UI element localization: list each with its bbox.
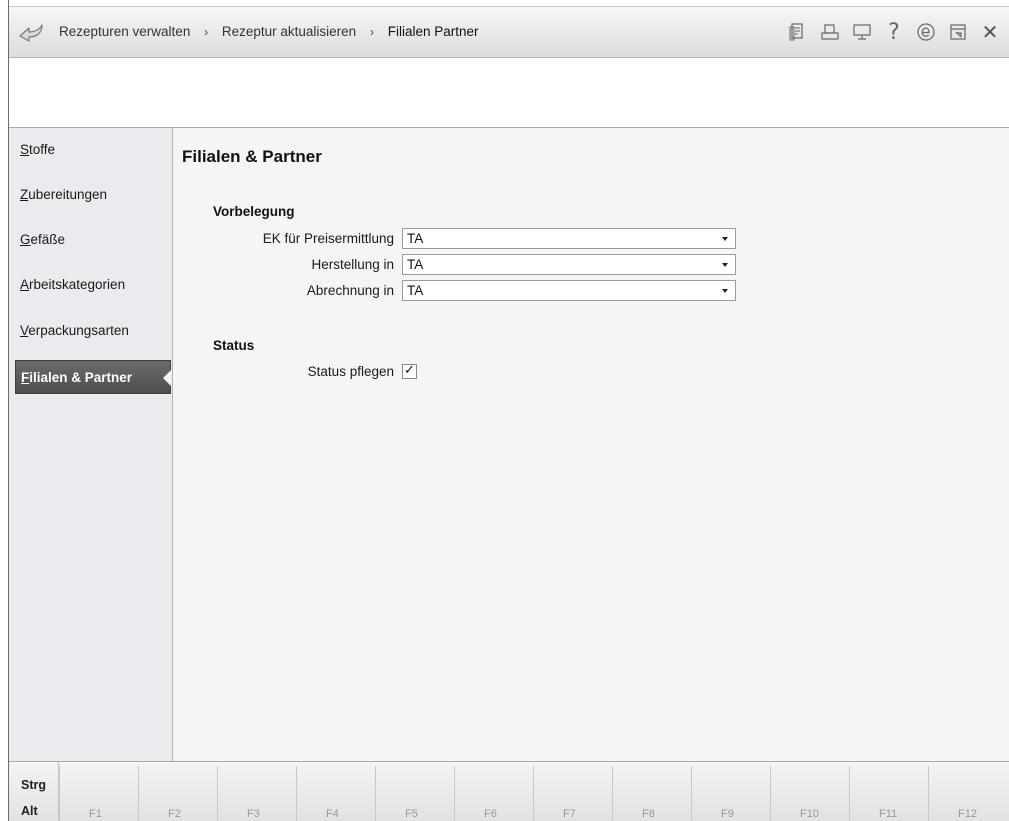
sidebar-item-gefaesse[interactable]: Gefäße bbox=[15, 231, 171, 265]
select-value: TA bbox=[407, 257, 424, 272]
chevron-down-icon bbox=[722, 237, 728, 241]
breadcrumb: Rezepturen verwalten › Rezeptur aktualis… bbox=[59, 24, 479, 39]
fkey-label: F7 bbox=[563, 808, 576, 820]
fkey-label: F9 bbox=[721, 808, 734, 820]
fkey-f12[interactable]: F12 bbox=[928, 766, 1009, 821]
main-content: Filialen & Partner Vorbelegung EK für Pr… bbox=[173, 128, 1009, 761]
fkey-f7[interactable]: F7 bbox=[533, 766, 612, 821]
toolbar-area bbox=[9, 58, 1009, 128]
select-abrechnung-in[interactable]: TA bbox=[402, 280, 736, 301]
breadcrumb-separator: › bbox=[204, 25, 209, 39]
sidebar-item-label: rbeitskategorien bbox=[29, 277, 126, 292]
fkey-f5[interactable]: F5 bbox=[375, 766, 454, 821]
chevron-down-icon bbox=[722, 289, 728, 293]
sidebar-item-verpackungsarten[interactable]: Verpackungsarten bbox=[15, 322, 171, 356]
app-window: Rezepturen verwalten › Rezeptur aktualis… bbox=[8, 0, 1009, 821]
fkey-f4[interactable]: F4 bbox=[296, 766, 375, 821]
fkey-label: F10 bbox=[800, 808, 819, 820]
sidebar-item-mnemonic: F bbox=[21, 370, 30, 385]
sidebar-item-mnemonic: Z bbox=[20, 187, 29, 202]
sidebar-item-label: toffe bbox=[29, 142, 56, 157]
breadcrumb-rezepturen-verwalten[interactable]: Rezepturen verwalten bbox=[59, 24, 190, 39]
window-icon[interactable] bbox=[942, 19, 974, 45]
breadcrumb-filialen-partner: Filialen Partner bbox=[387, 24, 479, 39]
breadcrumb-separator: › bbox=[369, 25, 374, 39]
back-arrow-icon[interactable] bbox=[17, 21, 45, 43]
fkey-f10[interactable]: F10 bbox=[770, 766, 849, 821]
fkey-f3[interactable]: F3 bbox=[217, 766, 296, 821]
checkmark-icon: ✓ bbox=[404, 363, 415, 378]
label-abrechnung-in: Abrechnung in bbox=[306, 283, 394, 298]
modifier-strg[interactable]: Strg bbox=[21, 778, 46, 792]
sidebar-item-label: ilialen & Partner bbox=[29, 370, 133, 385]
fkey-label: F6 bbox=[484, 808, 497, 820]
function-key-bar: Strg Alt F1 F2 F3 F4 F5 F6 F7 F8 F9 F10 … bbox=[9, 761, 1009, 821]
page-title: Filialen & Partner bbox=[182, 147, 322, 166]
close-icon[interactable]: ✕ bbox=[974, 19, 1006, 45]
select-ek-preisermittlung[interactable]: TA bbox=[402, 228, 736, 249]
close-glyph: ✕ bbox=[981, 20, 999, 44]
sidebar-item-mnemonic: G bbox=[20, 232, 31, 247]
e-icon[interactable] bbox=[910, 19, 942, 45]
sidebar-item-zubereitungen[interactable]: Zubereitungen bbox=[15, 186, 171, 220]
section-title-vorbelegung: Vorbelegung bbox=[213, 204, 295, 219]
sidebar-item-label: erpackungsarten bbox=[28, 323, 129, 338]
fkey-f11[interactable]: F11 bbox=[849, 766, 928, 821]
help-glyph: ? bbox=[888, 19, 900, 45]
sidebar-item-filialen-partner[interactable]: Filialen & Partner bbox=[15, 360, 171, 394]
sidebar-item-mnemonic: S bbox=[20, 142, 30, 157]
monitor-icon[interactable] bbox=[846, 19, 878, 45]
sidebar-item-stoffe[interactable]: Stoffe bbox=[15, 141, 171, 175]
help-icon[interactable]: ? bbox=[878, 19, 910, 45]
sidebar-item-label: efäße bbox=[30, 232, 66, 247]
fkey-label: F12 bbox=[958, 808, 977, 820]
sidebar-item-arbeitskategorien[interactable]: Arbeitskategorien bbox=[15, 276, 171, 310]
chevron-down-icon bbox=[722, 263, 728, 267]
label-status-pflegen: Status pflegen bbox=[307, 364, 394, 379]
fkey-label: F11 bbox=[879, 808, 898, 820]
fkey-f6[interactable]: F6 bbox=[454, 766, 533, 821]
fkey-label: F5 bbox=[405, 808, 418, 820]
fkey-f2[interactable]: F2 bbox=[138, 766, 217, 821]
fkey-f9[interactable]: F9 bbox=[691, 766, 770, 821]
fkey-label: F1 bbox=[89, 808, 102, 820]
fkey-f8[interactable]: F8 bbox=[612, 766, 691, 821]
print-icon[interactable] bbox=[814, 19, 846, 45]
sidebar-item-mnemonic: A bbox=[20, 277, 30, 292]
select-herstellung-in[interactable]: TA bbox=[402, 254, 736, 275]
title-bar: Rezepturen verwalten › Rezeptur aktualis… bbox=[9, 6, 1009, 58]
select-value: TA bbox=[407, 283, 424, 298]
sidebar: Stoffe Zubereitungen Gefäße Arbeitskateg… bbox=[9, 128, 173, 761]
fkey-label: F3 bbox=[247, 808, 260, 820]
breadcrumb-rezeptur-aktualisieren[interactable]: Rezeptur aktualisieren bbox=[222, 24, 356, 39]
fkey-label: F4 bbox=[326, 808, 339, 820]
fkey-label: F2 bbox=[168, 808, 181, 820]
fkey-label: F8 bbox=[642, 808, 655, 820]
modifier-keys: Strg Alt bbox=[9, 762, 59, 821]
label-ek-preisermittlung: EK für Preisermittlung bbox=[262, 231, 394, 246]
section-title-status: Status bbox=[213, 338, 255, 353]
document-icon[interactable] bbox=[782, 19, 814, 45]
fkey-f1[interactable]: F1 bbox=[59, 766, 138, 821]
label-herstellung-in: Herstellung in bbox=[311, 257, 394, 272]
select-value: TA bbox=[407, 231, 424, 246]
title-bar-icons: ? ✕ bbox=[782, 19, 1006, 45]
modifier-alt[interactable]: Alt bbox=[21, 804, 38, 818]
sidebar-item-label: ubereitungen bbox=[28, 187, 108, 202]
status-pflegen-checkbox[interactable]: ✓ bbox=[402, 363, 417, 379]
